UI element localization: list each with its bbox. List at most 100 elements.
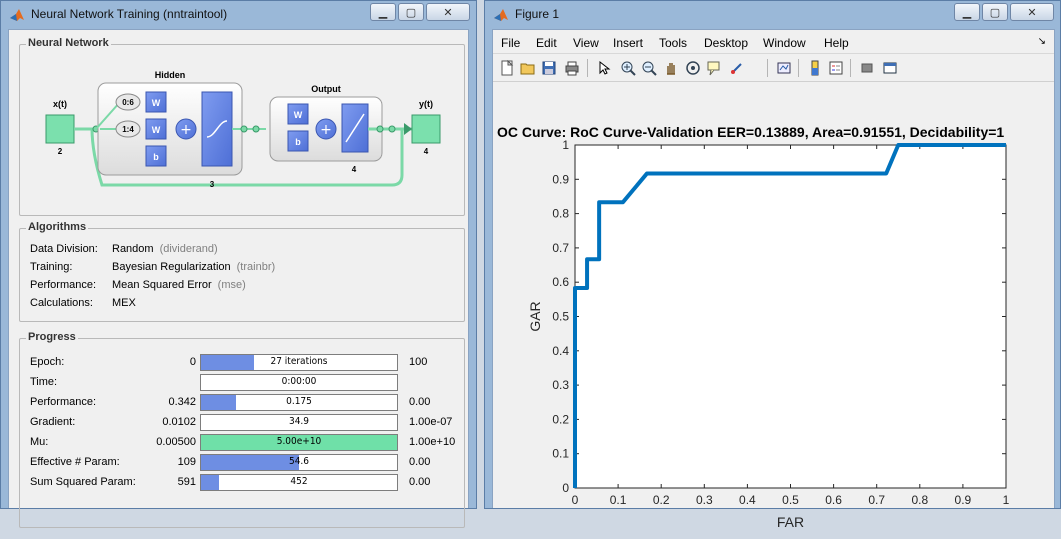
progress-bar-text: 5.00e+10 bbox=[276, 436, 322, 447]
menu-bar: ↘ File Edit View Insert Tools Desktop Window He… bbox=[493, 30, 1054, 54]
colorbar-icon[interactable] bbox=[807, 60, 823, 76]
minimize-button[interactable]: ▁ bbox=[954, 3, 980, 21]
progress-end-value: 100 bbox=[409, 356, 428, 368]
nntraintool-titlebar[interactable]: Neural Network Training (nntraintool) ▁ … bbox=[1, 1, 476, 29]
progress-panel: Progress Epoch: 0 27 iterations 100 Time: 0:0… bbox=[19, 331, 465, 528]
algorithm-label: Performance: bbox=[30, 279, 97, 291]
progress-end-value: 0.00 bbox=[409, 476, 431, 488]
hidden-label: Hidden bbox=[155, 70, 186, 80]
y-tick-label: 0.6 bbox=[552, 275, 569, 289]
algorithms-panel-title: Algorithms bbox=[26, 221, 89, 233]
x-axis-label: FAR bbox=[777, 514, 804, 530]
menu-edit[interactable]: Edit bbox=[536, 36, 557, 50]
menu-window[interactable]: Window bbox=[763, 36, 806, 50]
output-sum-icon: + bbox=[320, 122, 332, 138]
close-icon: ✕ bbox=[443, 5, 453, 19]
progress-bar: 0.175 bbox=[200, 394, 398, 411]
link-plot-icon[interactable] bbox=[776, 60, 792, 76]
progress-end-value: 1.00e-07 bbox=[409, 416, 453, 428]
menu-insert[interactable]: Insert bbox=[613, 36, 643, 50]
save-icon[interactable] bbox=[541, 60, 557, 76]
print-icon[interactable] bbox=[564, 60, 580, 76]
nntraintool-window: Neural Network Training (nntraintool) ▁ … bbox=[0, 0, 477, 528]
x-tick-label: 1 bbox=[1003, 493, 1010, 507]
algorithm-label: Calculations: bbox=[30, 297, 93, 309]
close-button[interactable]: ✕ bbox=[1010, 3, 1054, 21]
progress-start-value: 0.0102 bbox=[162, 416, 196, 428]
figure-window: Figure 1 ▁ ▢ ✕ ↘ File Edit View Insert Tools… bbox=[484, 0, 1061, 530]
open-file-icon[interactable] bbox=[520, 60, 536, 76]
x-tick-label: 0.8 bbox=[911, 493, 928, 507]
input-node bbox=[45, 114, 75, 144]
x-tick-label: 0.6 bbox=[825, 493, 842, 507]
menu-help[interactable]: Help bbox=[824, 36, 849, 50]
progress-end-value: 1.00e+10 bbox=[409, 436, 456, 448]
menu-file[interactable]: File bbox=[501, 36, 520, 50]
maximize-button[interactable]: ▢ bbox=[982, 3, 1008, 21]
algorithm-row: Performance: Mean Squared Error (mse) bbox=[30, 279, 246, 291]
algorithm-function: (trainbr) bbox=[236, 261, 276, 273]
y-size: 4 bbox=[424, 147, 429, 156]
roc-chart[interactable]: OC Curve: RoC Curve-Validation EER=0.138… bbox=[493, 83, 1058, 539]
progress-label: Mu: bbox=[30, 436, 49, 448]
toolbar-separator bbox=[850, 59, 851, 77]
x-tick-label: 0.2 bbox=[653, 493, 670, 507]
close-button[interactable]: ✕ bbox=[426, 3, 470, 21]
y-tick-label: 0.8 bbox=[552, 207, 569, 221]
menu-view[interactable]: View bbox=[573, 36, 599, 50]
figure-title: Figure 1 bbox=[515, 7, 560, 21]
toolbar-separator bbox=[798, 59, 799, 77]
zoom-out-icon[interactable] bbox=[641, 60, 657, 76]
brush-icon[interactable] bbox=[729, 60, 745, 76]
progress-label: Epoch: bbox=[30, 356, 65, 368]
legend-icon[interactable] bbox=[828, 60, 844, 76]
progress-end-value: 0.00 bbox=[409, 396, 431, 408]
hide-plot-tools-icon[interactable] bbox=[859, 60, 875, 76]
hidden-weight-1: W bbox=[152, 98, 161, 108]
y-tick-label: 1 bbox=[562, 138, 569, 152]
algorithm-value: MEX bbox=[112, 297, 136, 309]
x-tick-label: 0.1 bbox=[610, 493, 627, 507]
progress-label: Sum Squared Param: bbox=[30, 476, 136, 488]
minimize-icon: ▁ bbox=[962, 5, 972, 19]
menu-tools[interactable]: Tools bbox=[659, 36, 687, 50]
menu-desktop[interactable]: Desktop bbox=[704, 36, 748, 50]
matlab-icon bbox=[494, 9, 508, 21]
show-plot-tools-icon[interactable] bbox=[882, 60, 898, 76]
progress-bar-text: 34.9 bbox=[288, 416, 310, 427]
progress-start-value: 591 bbox=[177, 476, 196, 488]
algorithm-label: Data Division: bbox=[30, 243, 98, 255]
progress-bar: 34.9 bbox=[200, 414, 398, 431]
minimize-button[interactable]: ▁ bbox=[370, 3, 396, 21]
axes-box bbox=[574, 144, 1007, 489]
pan-icon[interactable] bbox=[663, 60, 679, 76]
output-bias: b bbox=[295, 137, 301, 147]
zoom-in-icon[interactable] bbox=[620, 60, 636, 76]
hidden-size: 3 bbox=[210, 180, 215, 189]
pointer-icon[interactable] bbox=[596, 60, 612, 76]
progress-panel-title: Progress bbox=[26, 331, 78, 343]
hidden-delay-2: 1:4 bbox=[122, 125, 134, 134]
x-tick-label: 0.9 bbox=[955, 493, 972, 507]
algorithm-row: Data Division: Random (dividerand) bbox=[30, 243, 218, 255]
new-figure-icon[interactable] bbox=[499, 60, 515, 76]
output-label: Output bbox=[311, 84, 341, 94]
input-label: x(t) bbox=[53, 99, 67, 109]
progress-start-value: 0 bbox=[189, 356, 196, 368]
output-node bbox=[411, 114, 441, 144]
dock-arrow-icon[interactable]: ↘ bbox=[1038, 36, 1046, 47]
progress-bar: 452 bbox=[200, 474, 398, 491]
chart-title: OC Curve: RoC Curve-Validation EER=0.138… bbox=[497, 124, 1004, 140]
x-tick-label: 0.7 bbox=[868, 493, 885, 507]
algorithm-value: Mean Squared Error bbox=[112, 279, 212, 291]
y-axis-label: GAR bbox=[527, 301, 543, 331]
algorithm-label: Training: bbox=[30, 261, 73, 273]
progress-row: Time: 0:00:00 bbox=[20, 373, 464, 393]
progress-start-value: 0.342 bbox=[168, 396, 196, 408]
maximize-button[interactable]: ▢ bbox=[398, 3, 424, 21]
data-cursor-icon[interactable] bbox=[706, 60, 722, 76]
toolbar-separator bbox=[767, 59, 768, 77]
maximize-icon: ▢ bbox=[405, 5, 417, 19]
figure-titlebar[interactable]: Figure 1 ▁ ▢ ✕ bbox=[485, 1, 1060, 29]
rotate-icon[interactable] bbox=[685, 60, 701, 76]
